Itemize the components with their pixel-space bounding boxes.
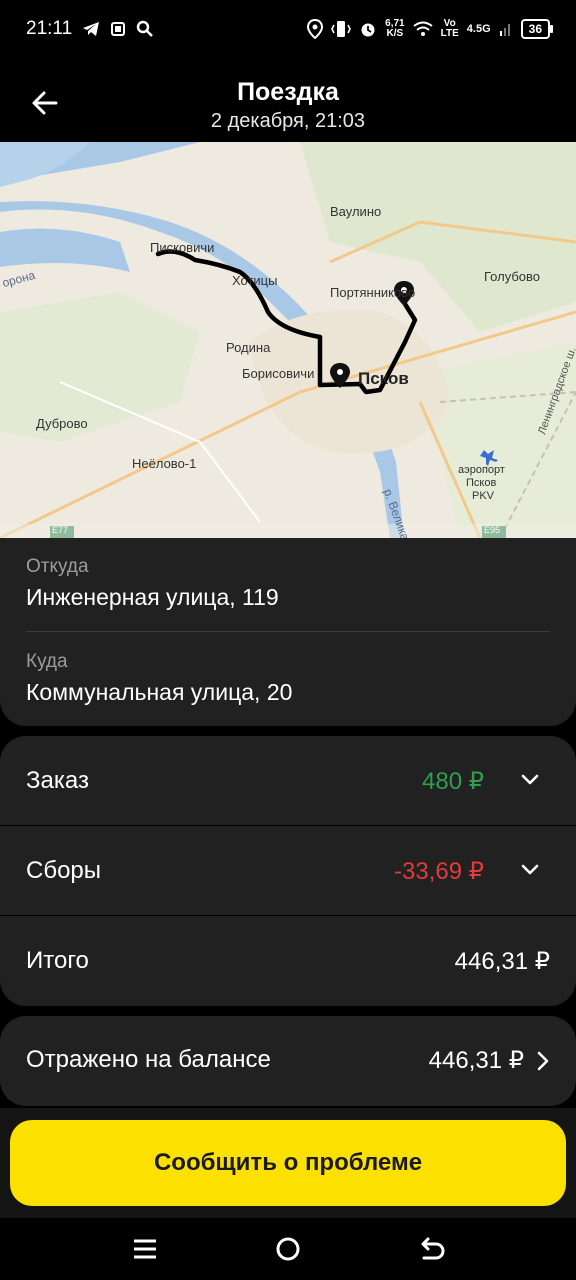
battery-icon: 36 [520,19,554,39]
order-label: Заказ [26,767,89,794]
map-label: Голубово [484,269,541,284]
system-nav-bar [0,1218,576,1280]
status-bar: 21:11 6,71 K/S Vo LTE 4.5G 36 [0,0,576,58]
search-icon [136,20,154,37]
route-card: Откуда Инженерная улица, 119 Куда Коммун… [0,538,576,726]
route-from: Откуда Инженерная улица, 119 [26,556,550,611]
sim-icon [111,22,126,36]
map-label: Ваулино [330,204,382,219]
header: Поездка 2 декабря, 21:03 [0,58,576,142]
signal-icon [499,24,510,36]
map-city-label: Псков [358,369,409,388]
report-problem-button[interactable]: Сообщить о проблеме [10,1120,566,1206]
chevron-right-icon [537,1051,549,1071]
speed-unit: K/S [386,28,404,39]
location-icon [307,19,324,39]
to-address: Коммунальная улица, 20 [26,679,293,705]
balance-amount: 446,31 ₽ [428,1047,524,1074]
route-map[interactable]: Писковичи Ваулино Голубово Хотицы Портян… [0,142,576,538]
network-type: 4.5G [466,23,491,35]
map-label: Псков [466,477,497,489]
status-right: 6,71 K/S Vo LTE 4.5G 36 [307,19,554,39]
wifi-icon [413,21,433,36]
status-time: 21:11 [26,18,73,39]
volte-bottom: LTE [440,28,459,39]
to-label: Куда [26,651,68,672]
volte-indicator: Vo LTE [441,19,459,39]
balance-label: Отражено на балансе [26,1046,271,1073]
home-circle-icon[interactable] [273,1234,303,1264]
order-row[interactable]: Заказ 480 ₽ [0,736,576,826]
map-label: аэропорт [458,464,505,476]
payment-card: Заказ 480 ₽ Сборы -33,69 ₽ Итого 446,31 … [0,736,576,1006]
vibrate-icon [331,21,352,37]
speed-indicator: 6,71 K/S [385,19,404,39]
balance-row[interactable]: Отражено на балансе 446,31 ₽ [0,1016,576,1106]
from-address: Инженерная улица, 119 [26,584,279,610]
order-amount: 480 ₽ [422,767,484,795]
map-label: Хотицы [232,273,278,288]
divider [26,631,550,632]
map-road-shield-label: E77 [52,525,69,535]
alarm-icon [361,23,375,37]
fees-amount: -33,69 ₽ [394,857,484,885]
from-label: Откуда [26,556,89,577]
total-row: Итого 446,31 ₽ [0,916,576,1006]
telegram-icon [83,22,100,36]
fees-row[interactable]: Сборы -33,69 ₽ [0,826,576,916]
map-label: Портянниково [330,285,416,300]
map-label: Писковичи [150,240,215,255]
back-icon[interactable] [418,1234,448,1264]
map-label: Родина [226,340,271,355]
menu-icon[interactable] [130,1234,160,1264]
total-label: Итого [26,947,89,974]
fees-label: Сборы [26,857,102,884]
status-left: 21:11 [26,18,154,40]
chevron-down-icon[interactable] [520,860,540,880]
map-label: PKV [472,490,495,502]
page-title: Поездка [237,78,339,106]
trip-date: 2 декабря, 21:03 [210,110,366,132]
map-label: Борисовичи [242,366,315,381]
map-road-shield-label: E95 [484,525,501,535]
map-label: Дуброво [36,416,88,431]
map-label: Неёлово-1 [132,456,197,471]
route-to: Куда Коммунальная улица, 20 [26,651,550,706]
chevron-down-icon[interactable] [520,770,540,790]
total-amount: 446,31 ₽ [454,947,550,975]
